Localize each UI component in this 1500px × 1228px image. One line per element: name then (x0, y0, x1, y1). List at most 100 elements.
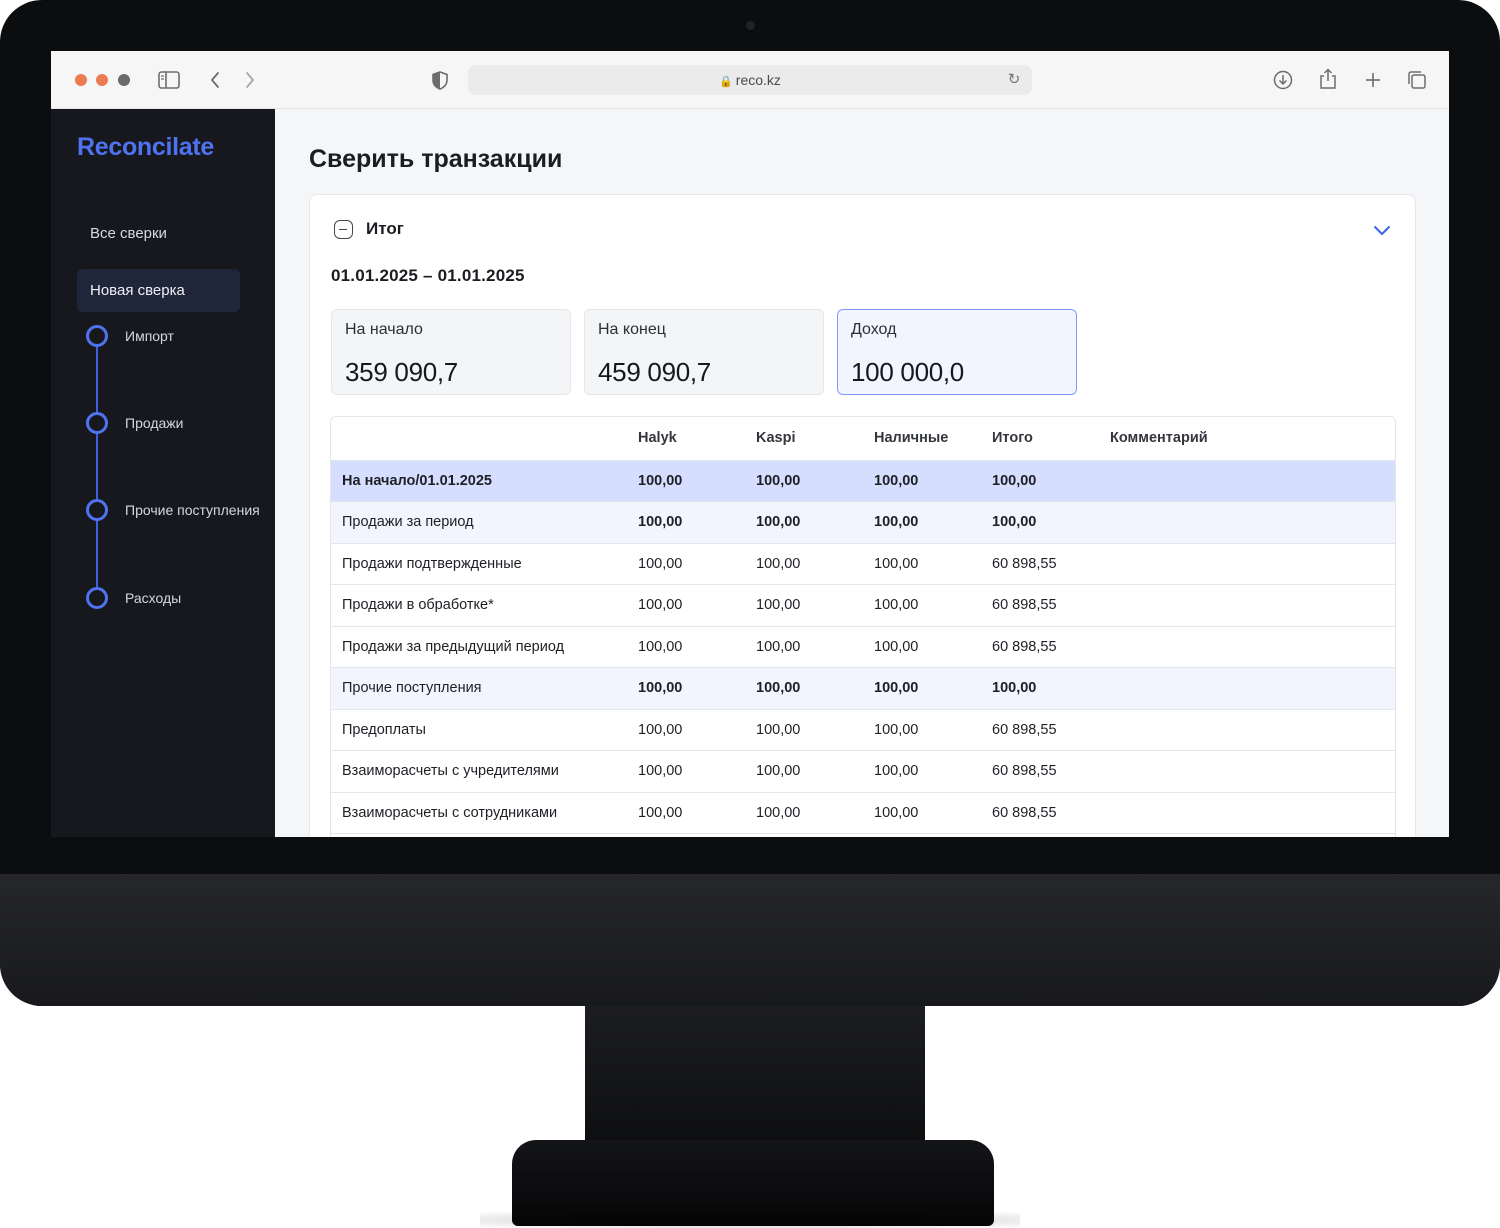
cell-comment[interactable] (1110, 584, 1395, 627)
cell-total: 60 898,55 (992, 543, 1110, 585)
forward-icon[interactable] (241, 67, 259, 93)
page-title: Сверить транзакции (309, 145, 563, 173)
window-minimize-button[interactable] (96, 74, 108, 86)
table-row[interactable]: Предоплаты 100,00 100,00 100,00 60 898,5… (331, 709, 1395, 751)
monitor-stand-shadow (480, 1212, 1020, 1228)
cell-kaspi: 100,00 (756, 584, 874, 627)
table-header-row: Halyk Kaspi Наличные Итого Комментарий (331, 417, 1395, 461)
monitor-bezel: 🔒 reco.kz ↻ Reconcilate Все сверки Новая … (0, 0, 1500, 1006)
cell-comment[interactable] (1110, 460, 1395, 502)
cell-halyk: 100,00 (638, 709, 756, 751)
column-header-total: Итого (992, 417, 1110, 461)
column-header-halyk: Halyk (638, 417, 756, 461)
table-row[interactable]: На начало/01.01.2025 100,00 100,00 100,0… (331, 460, 1395, 502)
chevron-down-icon[interactable] (1373, 221, 1391, 239)
sidebar-toggle-icon[interactable] (157, 67, 181, 93)
back-icon[interactable] (206, 67, 224, 93)
cell-cash: 100,00 (874, 584, 992, 627)
cell-kaspi: 100,00 (756, 667, 874, 710)
lock-icon: 🔒 (719, 76, 733, 88)
cell-comment[interactable] (1110, 750, 1395, 793)
screen: 🔒 reco.kz ↻ Reconcilate Все сверки Новая … (51, 51, 1449, 837)
cell-cash: 100,00 (874, 501, 992, 544)
cell-total: 100,00 (992, 501, 1110, 544)
cell-total: 60 898,55 (992, 750, 1110, 793)
period-range: 01.01.2025 – 01.01.2025 (331, 266, 525, 285)
cell-kaspi: 100,00 (756, 543, 874, 585)
monitor-chin (0, 874, 1500, 1006)
cell-halyk: 100,00 (638, 750, 756, 793)
cell-halyk: 100,00 (638, 501, 756, 544)
cell-halyk: 100,00 (638, 460, 756, 502)
table-row[interactable]: Продажи в обработке* 100,00 100,00 100,0… (331, 584, 1395, 627)
step-label: Расходы (125, 590, 182, 606)
row-label: Взаиморасчеты с сотрудниками (331, 792, 638, 834)
cell-comment[interactable] (1110, 501, 1395, 544)
cell-cash: 100,00 (874, 709, 992, 751)
cell-kaspi: 100,00 (756, 626, 874, 668)
summary-card-title: Итог (366, 219, 404, 238)
cell-kaspi: 100,00 (756, 750, 874, 793)
table-row[interactable]: Продажи за период 100,00 100,00 100,00 1… (331, 501, 1395, 544)
kpi-label: На начало (345, 321, 423, 338)
monitor-stand-neck (585, 1000, 925, 1150)
summary-card: Итог 01.01.2025 – 01.01.2025 На начало 3… (309, 194, 1416, 837)
reload-icon[interactable]: ↻ (1004, 70, 1024, 90)
privacy-shield-icon[interactable] (429, 67, 451, 93)
kpi-value: 100 000,0 (851, 357, 964, 387)
camera (746, 21, 755, 30)
table-row[interactable]: Взаиморасчеты с учредителями 100,00 100,… (331, 750, 1395, 793)
kpi-label: Доход (851, 321, 897, 338)
new-tab-icon[interactable] (1362, 67, 1384, 93)
table-row[interactable]: Продажи за предыдущий период 100,00 100,… (331, 626, 1395, 668)
table-row[interactable]: Продажи подтвержденные 100,00 100,00 100… (331, 543, 1395, 585)
column-header-comment: Комментарий (1110, 417, 1395, 461)
column-header-cash: Наличные (874, 417, 992, 461)
cell-comment[interactable] (1110, 709, 1395, 751)
cell-cash: 100,00 (874, 667, 992, 710)
row-label: Предоплаты (331, 709, 638, 751)
cell-cash: 100,00 (874, 543, 992, 585)
table-row[interactable]: Прочие поступления 100,00 100,00 100,00 … (331, 667, 1395, 710)
cell-total: 60 898,55 (992, 584, 1110, 627)
cell-halyk: 100,00 (638, 667, 756, 710)
address-bar[interactable]: 🔒 reco.kz ↻ (468, 65, 1032, 95)
cell-total: 100,00 (992, 460, 1110, 502)
kpi-value: 359 090,7 (345, 357, 458, 387)
cell-halyk: 100,00 (638, 543, 756, 585)
cell-comment[interactable] (1110, 543, 1395, 585)
brand-logo[interactable]: Reconcilate (77, 133, 214, 162)
kpi-income[interactable]: Доход 100 000,0 (837, 309, 1077, 395)
tab-overview-icon[interactable] (1406, 67, 1428, 93)
address-url[interactable]: 🔒 reco.kz (468, 65, 1032, 97)
url-text: reco.kz (735, 72, 781, 88)
cell-comment[interactable] (1110, 667, 1395, 710)
reconciliation-table: Halyk Kaspi Наличные Итого Комментарий Н… (330, 416, 1396, 837)
window-zoom-button[interactable] (118, 74, 130, 86)
cell-halyk: 100,00 (638, 584, 756, 627)
cell-comment[interactable] (1110, 792, 1395, 834)
cell-cash: 100,00 (874, 750, 992, 793)
cell-total: 60 898,55 (992, 792, 1110, 834)
cell-kaspi: 100,00 (756, 709, 874, 751)
kpi-value: 459 090,7 (598, 357, 711, 387)
table-row[interactable]: Взаиморасчеты с сотрудниками 100,00 100,… (331, 792, 1395, 834)
downloads-icon[interactable] (1272, 67, 1294, 93)
kpi-label: На конец (598, 321, 666, 338)
window-close-button[interactable] (75, 74, 87, 86)
share-icon[interactable] (1317, 67, 1339, 93)
column-header-label (331, 417, 638, 461)
cell-comment[interactable] (1110, 626, 1395, 668)
kpi-opening-balance: На начало 359 090,7 (331, 309, 571, 395)
row-label: Продажи за предыдущий период (331, 626, 638, 668)
cell-kaspi: 100,00 (756, 792, 874, 834)
step-ring-icon (86, 587, 108, 609)
collapse-minus-icon[interactable] (334, 220, 353, 239)
nav-new-reconciliation[interactable]: Новая сверка (77, 269, 240, 312)
kpi-closing-balance: На конец 459 090,7 (584, 309, 824, 395)
nav-all-reconciliations[interactable]: Все сверки (77, 212, 240, 255)
cell-cash: 100,00 (874, 792, 992, 834)
step-ring-icon (86, 499, 108, 521)
cell-total: 100,00 (992, 667, 1110, 710)
row-label: Взаиморасчеты с учредителями (331, 750, 638, 793)
